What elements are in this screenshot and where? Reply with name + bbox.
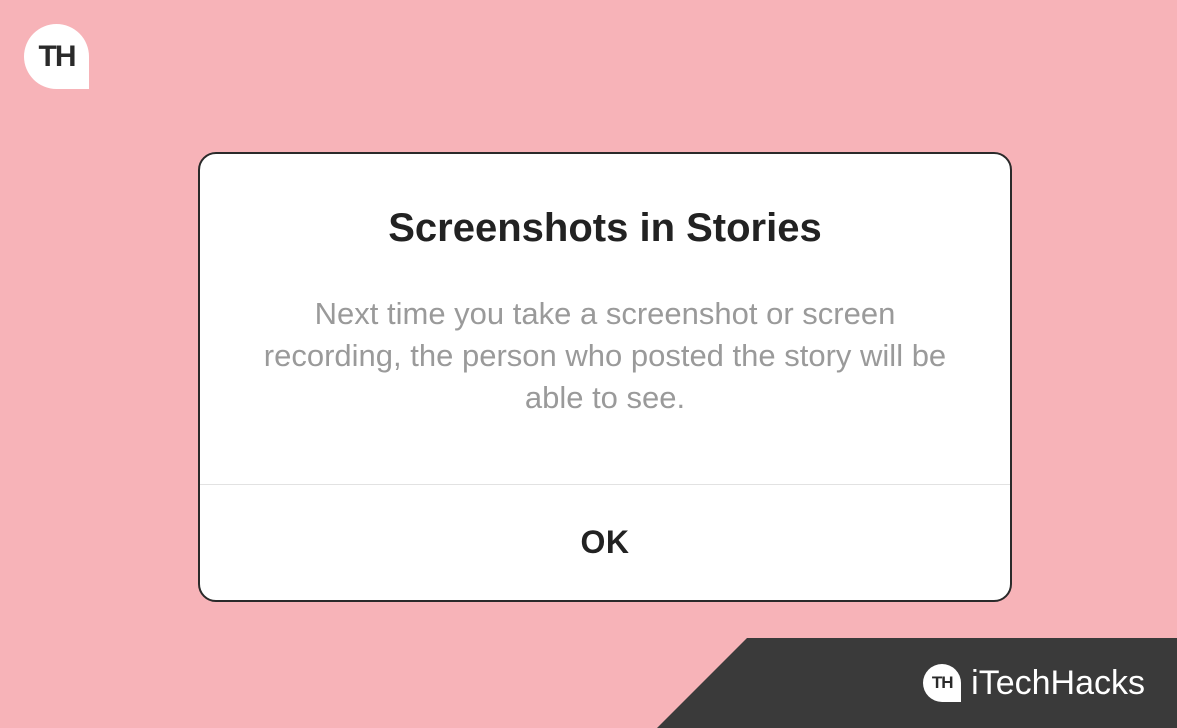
watermark-badge-icon: TH [923,664,961,702]
logo-badge-top-left: TH [24,24,89,89]
dialog-title: Screenshots in Stories [260,206,950,251]
watermark-brand-text: iTechHacks [971,664,1145,703]
logo-text: TH [39,40,75,74]
alert-dialog: Screenshots in Stories Next time you tak… [198,152,1012,602]
dialog-message: Next time you take a screenshot or scree… [260,293,950,419]
dialog-body: Screenshots in Stories Next time you tak… [200,154,1010,484]
watermark-badge-text: TH [932,673,953,693]
dialog-footer: OK [200,484,1010,600]
watermark-ribbon: TH iTechHacks [747,638,1177,728]
ok-button[interactable]: OK [581,524,630,561]
